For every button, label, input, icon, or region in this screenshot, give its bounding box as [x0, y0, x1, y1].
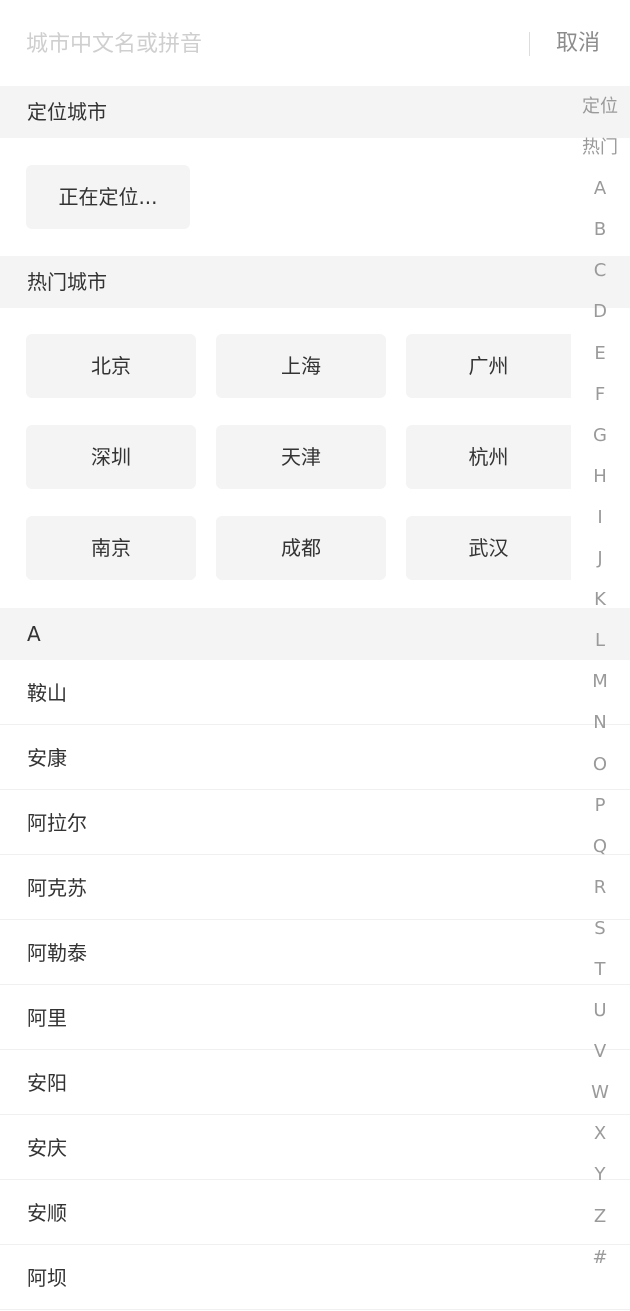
index-item-s[interactable]: S: [570, 908, 630, 949]
index-item-hash[interactable]: #: [570, 1237, 630, 1278]
search-input[interactable]: [26, 22, 506, 66]
city-list-item[interactable]: 安顺: [0, 1180, 630, 1245]
index-item-v[interactable]: V: [570, 1031, 630, 1072]
cancel-button[interactable]: 取消: [556, 28, 600, 60]
alphabet-index-bar[interactable]: 定位 热门 A B C D E F G H I J K L M N O P Q …: [570, 86, 630, 1278]
location-section-title: 定位城市: [27, 100, 107, 124]
index-item-l[interactable]: L: [570, 620, 630, 661]
index-item-q[interactable]: Q: [570, 826, 630, 867]
location-section-header: 定位城市: [0, 86, 630, 138]
index-item-t[interactable]: T: [570, 949, 630, 990]
hot-city-chip[interactable]: 杭州: [406, 425, 571, 489]
index-item-c[interactable]: C: [570, 250, 630, 291]
city-list-item[interactable]: 阿坝: [0, 1245, 630, 1310]
index-item-x[interactable]: X: [570, 1113, 630, 1154]
locating-city-chip[interactable]: 正在定位...: [26, 165, 190, 229]
index-item-location[interactable]: 定位: [570, 86, 630, 127]
index-item-k[interactable]: K: [570, 579, 630, 620]
index-item-f[interactable]: F: [570, 374, 630, 415]
hot-city-chip[interactable]: 北京: [26, 334, 196, 398]
index-item-n[interactable]: N: [570, 702, 630, 743]
search-divider: [529, 32, 530, 56]
index-item-m[interactable]: M: [570, 661, 630, 702]
index-item-o[interactable]: O: [570, 744, 630, 785]
city-list-item[interactable]: 阿拉尔: [0, 790, 630, 855]
index-item-z[interactable]: Z: [570, 1196, 630, 1237]
hot-city-chip[interactable]: 上海: [216, 334, 386, 398]
hot-section-header: 热门城市: [0, 256, 630, 308]
group-a-header: A: [0, 608, 630, 660]
index-item-w[interactable]: W: [570, 1072, 630, 1113]
index-item-hot[interactable]: 热门: [570, 127, 630, 168]
city-list-item[interactable]: 安阳: [0, 1050, 630, 1115]
hot-city-chip[interactable]: 广州: [406, 334, 571, 398]
group-letter: A: [27, 622, 41, 646]
index-item-h[interactable]: H: [570, 456, 630, 497]
hot-city-chip[interactable]: 成都: [216, 516, 386, 580]
hot-city-chip[interactable]: 南京: [26, 516, 196, 580]
city-list: 鞍山 安康 阿拉尔 阿克苏 阿勒泰 阿里 安阳 安庆 安顺 阿坝: [0, 660, 630, 1310]
index-item-d[interactable]: D: [570, 291, 630, 332]
city-list-item[interactable]: 安庆: [0, 1115, 630, 1180]
index-item-p[interactable]: P: [570, 785, 630, 826]
index-item-j[interactable]: J: [570, 538, 630, 579]
hot-section-title: 热门城市: [27, 270, 107, 294]
city-list-item[interactable]: 安康: [0, 725, 630, 790]
hot-city-chip[interactable]: 武汉: [406, 516, 571, 580]
index-item-b[interactable]: B: [570, 209, 630, 250]
index-item-r[interactable]: R: [570, 867, 630, 908]
hot-city-chip[interactable]: 天津: [216, 425, 386, 489]
index-item-a[interactable]: A: [570, 168, 630, 209]
city-list-item[interactable]: 鞍山: [0, 660, 630, 725]
search-bar: 取消: [0, 0, 630, 86]
city-list-item[interactable]: 阿克苏: [0, 855, 630, 920]
city-list-item[interactable]: 阿勒泰: [0, 920, 630, 985]
index-item-g[interactable]: G: [570, 415, 630, 456]
hot-city-chip[interactable]: 深圳: [26, 425, 196, 489]
city-list-item[interactable]: 阿里: [0, 985, 630, 1050]
index-item-y[interactable]: Y: [570, 1154, 630, 1195]
index-item-u[interactable]: U: [570, 990, 630, 1031]
index-item-e[interactable]: E: [570, 333, 630, 374]
index-item-i[interactable]: I: [570, 497, 630, 538]
